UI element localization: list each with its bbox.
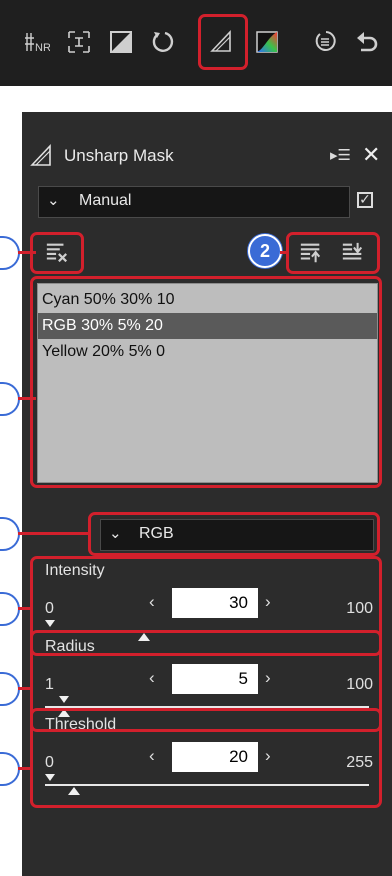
threshold-max: 255 bbox=[346, 754, 373, 771]
close-icon[interactable]: ✕ bbox=[362, 142, 380, 168]
threshold-label: Threshold bbox=[45, 716, 117, 733]
intensity-max: 100 bbox=[346, 600, 373, 617]
delete-mask-button[interactable] bbox=[42, 238, 72, 268]
rotate-icon[interactable] bbox=[146, 22, 180, 62]
decrement-arrow[interactable]: ‹ bbox=[149, 746, 155, 766]
channel-value: RGB bbox=[139, 525, 174, 542]
undo-icon[interactable] bbox=[350, 22, 384, 62]
chevron-down-icon: ⌄ bbox=[47, 192, 60, 209]
decrement-arrow[interactable]: ‹ bbox=[149, 592, 155, 612]
unsharp-mask-icon bbox=[30, 143, 56, 169]
fit-icon[interactable] bbox=[62, 22, 96, 62]
threshold-section: Threshold 0 ‹ 20 › 255 bbox=[37, 712, 375, 810]
callout-marker bbox=[0, 236, 20, 270]
callout-marker bbox=[0, 592, 20, 626]
noise-reduction-icon[interactable]: NR bbox=[20, 22, 54, 62]
increment-arrow[interactable]: › bbox=[265, 592, 271, 612]
intensity-label: Intensity bbox=[45, 562, 105, 579]
callout-marker bbox=[0, 382, 20, 416]
channel-dropdown[interactable]: ⌄ RGB bbox=[100, 519, 374, 551]
preset-dropdown[interactable]: ⌄ Manual bbox=[38, 186, 350, 218]
list-item[interactable]: Yellow 20% 5% 0 bbox=[38, 339, 377, 365]
increment-arrow[interactable]: › bbox=[265, 746, 271, 766]
range-start-marker[interactable] bbox=[59, 696, 69, 703]
delete-list-icon bbox=[46, 243, 68, 263]
threshold-min: 0 bbox=[45, 754, 54, 771]
active-tool-highlight bbox=[198, 14, 248, 70]
radius-label: Radius bbox=[45, 638, 95, 655]
decrement-arrow[interactable]: ‹ bbox=[149, 668, 155, 688]
move-down-icon bbox=[342, 242, 363, 260]
leader-line bbox=[18, 532, 90, 535]
callout-marker bbox=[0, 672, 20, 706]
increment-arrow[interactable]: › bbox=[265, 668, 271, 688]
move-up-button[interactable] bbox=[296, 238, 326, 268]
callout-marker bbox=[0, 752, 20, 786]
color-curve-icon[interactable] bbox=[250, 22, 284, 62]
mask-list[interactable]: Cyan 50% 30% 10 RGB 30% 5% 20 Yellow 20%… bbox=[37, 283, 378, 483]
intensity-min: 0 bbox=[45, 600, 54, 617]
list-icon[interactable] bbox=[308, 22, 342, 62]
panel-title: Unsharp Mask bbox=[64, 146, 174, 165]
move-up-icon bbox=[300, 243, 321, 263]
panel-header: Unsharp Mask ▸☰ ✕ bbox=[22, 134, 392, 178]
list-item[interactable]: Cyan 50% 30% 10 bbox=[38, 287, 377, 313]
toolbar: NR bbox=[0, 0, 392, 86]
radius-min: 1 bbox=[45, 676, 54, 693]
threshold-slider-track[interactable] bbox=[45, 784, 369, 786]
preset-value: Manual bbox=[79, 192, 132, 209]
radius-max: 100 bbox=[346, 676, 373, 693]
list-item[interactable]: RGB 30% 5% 20 bbox=[38, 313, 377, 339]
svg-text:NR: NR bbox=[35, 42, 50, 54]
callout-2: 2 bbox=[248, 234, 282, 268]
range-start-marker[interactable] bbox=[45, 620, 55, 627]
radius-input[interactable]: 5 bbox=[172, 664, 258, 694]
callout-marker bbox=[0, 517, 20, 551]
intensity-input[interactable]: 30 bbox=[172, 588, 258, 618]
move-down-button[interactable] bbox=[338, 238, 368, 268]
range-start-marker[interactable] bbox=[45, 774, 55, 781]
chevron-down-icon: ⌄ bbox=[109, 525, 122, 542]
enable-checkbox[interactable]: ✓ bbox=[357, 192, 373, 208]
exposure-icon[interactable] bbox=[104, 22, 138, 62]
threshold-input[interactable]: 20 bbox=[172, 742, 258, 772]
threshold-slider-thumb[interactable] bbox=[68, 787, 80, 795]
panel-menu-icon[interactable]: ▸☰ bbox=[330, 146, 351, 164]
